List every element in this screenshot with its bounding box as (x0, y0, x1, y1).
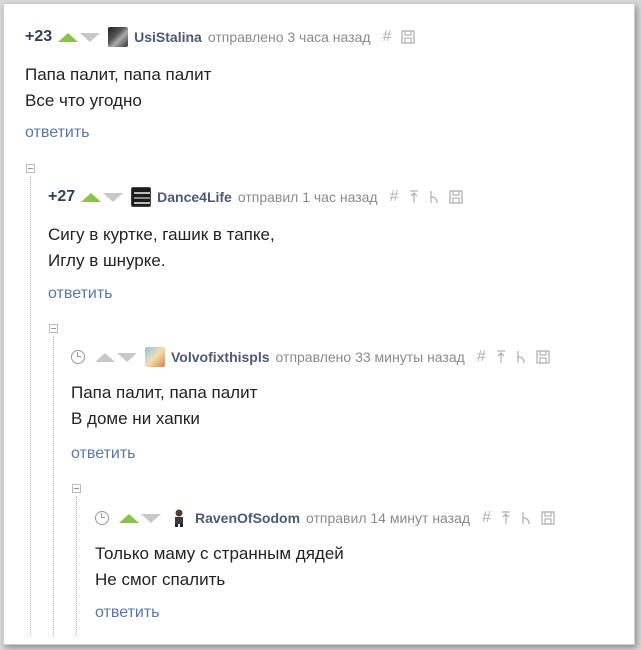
thread-branch-icon[interactable] (516, 350, 526, 364)
go-to-parent-arrow-icon[interactable] (501, 511, 511, 525)
comment-line: Папа палит, папа палит (71, 383, 258, 402)
comment-line: Сигу в куртке, гашик в тапке, (48, 225, 275, 244)
comment-line: Только маму с странным дядей (95, 544, 344, 563)
rating-value: +27 (48, 188, 76, 205)
clock-icon (95, 511, 109, 525)
downvote-arrow-icon[interactable] (117, 352, 137, 362)
permalink-hash-icon[interactable]: # (482, 509, 491, 527)
downvote-arrow-icon[interactable] (103, 192, 124, 202)
comment-text: Только маму с странным дядей Не смог спа… (95, 541, 344, 593)
thread-line (76, 496, 77, 636)
avatar[interactable] (169, 508, 189, 528)
permalink-hash-icon[interactable]: # (390, 188, 399, 206)
save-icon[interactable] (401, 30, 416, 44)
avatar[interactable] (145, 347, 165, 367)
comment-header: +27 Dance4Life отправил 1 час назад # (48, 186, 473, 208)
comment-text: Папа палит, папа палит Все что угодно (25, 62, 211, 114)
downvote-arrow-icon[interactable] (80, 32, 101, 42)
comment-text: Папа палит, папа палит В доме ни хапки (71, 380, 257, 432)
reply-link[interactable]: ответить (95, 604, 160, 622)
thread-branch-icon[interactable] (429, 190, 439, 204)
upvote-arrow-icon[interactable] (119, 513, 139, 523)
thread-line (30, 176, 31, 636)
comments-thread: +23 UsiStalina отправлено 3 часа назад #… (3, 3, 635, 645)
comment-3: Volvofixthispls отправлено 33 минуты наз… (71, 346, 631, 476)
comment-4: RavenOfSodom отправил 14 минут назад # Т… (95, 507, 630, 637)
avatar[interactable] (131, 187, 152, 207)
comment-line: Папа палит, папа палит (25, 65, 212, 84)
comment-text: Сигу в куртке, гашик в тапке, Иглу в шну… (48, 222, 275, 274)
comment-1: +23 UsiStalina отправлено 3 часа назад #… (25, 26, 625, 156)
comment-header: +23 UsiStalina отправлено 3 часа назад # (25, 26, 425, 48)
upvote-arrow-icon[interactable] (81, 192, 102, 202)
permalink-hash-icon[interactable]: # (477, 348, 486, 366)
username-link[interactable]: Dance4Life (157, 189, 232, 205)
comment-header: Volvofixthispls отправлено 33 минуты наз… (71, 346, 560, 368)
comment-line: Все что угодно (25, 91, 142, 110)
reply-link[interactable]: ответить (48, 285, 113, 303)
timestamp: отправил 1 час назад (237, 189, 378, 205)
comment-line: В доме ни хапки (71, 409, 200, 428)
permalink-hash-icon[interactable]: # (383, 28, 392, 46)
comment-2: +27 Dance4Life отправил 1 час назад # Си… (48, 186, 628, 316)
timestamp: отправлено 33 минуты назад (275, 349, 465, 365)
upvote-arrow-icon[interactable] (58, 32, 79, 42)
username-link[interactable]: Volvofixthispls (171, 349, 270, 365)
thread-line (53, 336, 54, 636)
username-link[interactable]: UsiStalina (134, 29, 202, 45)
save-icon[interactable] (536, 350, 550, 364)
save-icon[interactable] (448, 190, 463, 204)
comment-line: Иглу в шнурке. (48, 251, 166, 270)
thread-branch-icon[interactable] (521, 511, 531, 525)
comment-line: Не смог спалить (95, 570, 226, 589)
go-to-parent-arrow-icon[interactable] (496, 350, 506, 364)
go-to-parent-arrow-icon[interactable] (409, 190, 419, 204)
reply-link[interactable]: ответить (25, 124, 90, 142)
collapse-thread-icon[interactable] (26, 164, 35, 173)
reply-link[interactable]: ответить (71, 445, 136, 463)
comment-header: RavenOfSodom отправил 14 минут назад # (95, 507, 565, 529)
upvote-arrow-icon[interactable] (95, 352, 115, 362)
collapse-thread-icon[interactable] (49, 324, 58, 333)
timestamp: отправлено 3 часа назад (207, 29, 371, 45)
avatar[interactable] (108, 27, 129, 47)
collapse-thread-icon[interactable] (72, 484, 81, 493)
rating-value: +23 (25, 28, 53, 45)
clock-icon (71, 350, 85, 364)
timestamp: отправил 14 минут назад (306, 510, 471, 526)
save-icon[interactable] (541, 511, 555, 525)
downvote-arrow-icon[interactable] (141, 513, 161, 523)
username-link[interactable]: RavenOfSodom (195, 510, 300, 526)
